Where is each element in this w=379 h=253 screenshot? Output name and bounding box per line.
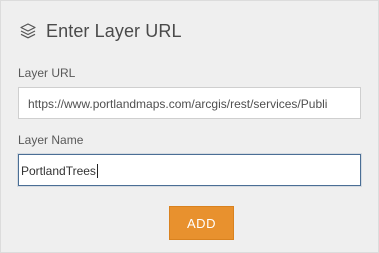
- layer-name-label: Layer Name: [18, 133, 84, 147]
- layer-name-input[interactable]: PortlandTrees: [18, 154, 361, 186]
- layer-name-value: PortlandTrees: [21, 164, 96, 178]
- text-cursor: [96, 163, 98, 178]
- layers-icon: [19, 22, 37, 40]
- panel-header: Enter Layer URL: [19, 19, 182, 43]
- enter-layer-url-panel: Enter Layer URL Layer URL https://www.po…: [0, 0, 379, 253]
- panel-title: Enter Layer URL: [46, 20, 182, 41]
- layer-url-value: https://www.portlandmaps.com/arcgis/rest…: [28, 97, 328, 111]
- add-button[interactable]: ADD: [169, 206, 234, 240]
- layer-url-input[interactable]: https://www.portlandmaps.com/arcgis/rest…: [18, 87, 361, 119]
- layer-url-label: Layer URL: [18, 66, 76, 80]
